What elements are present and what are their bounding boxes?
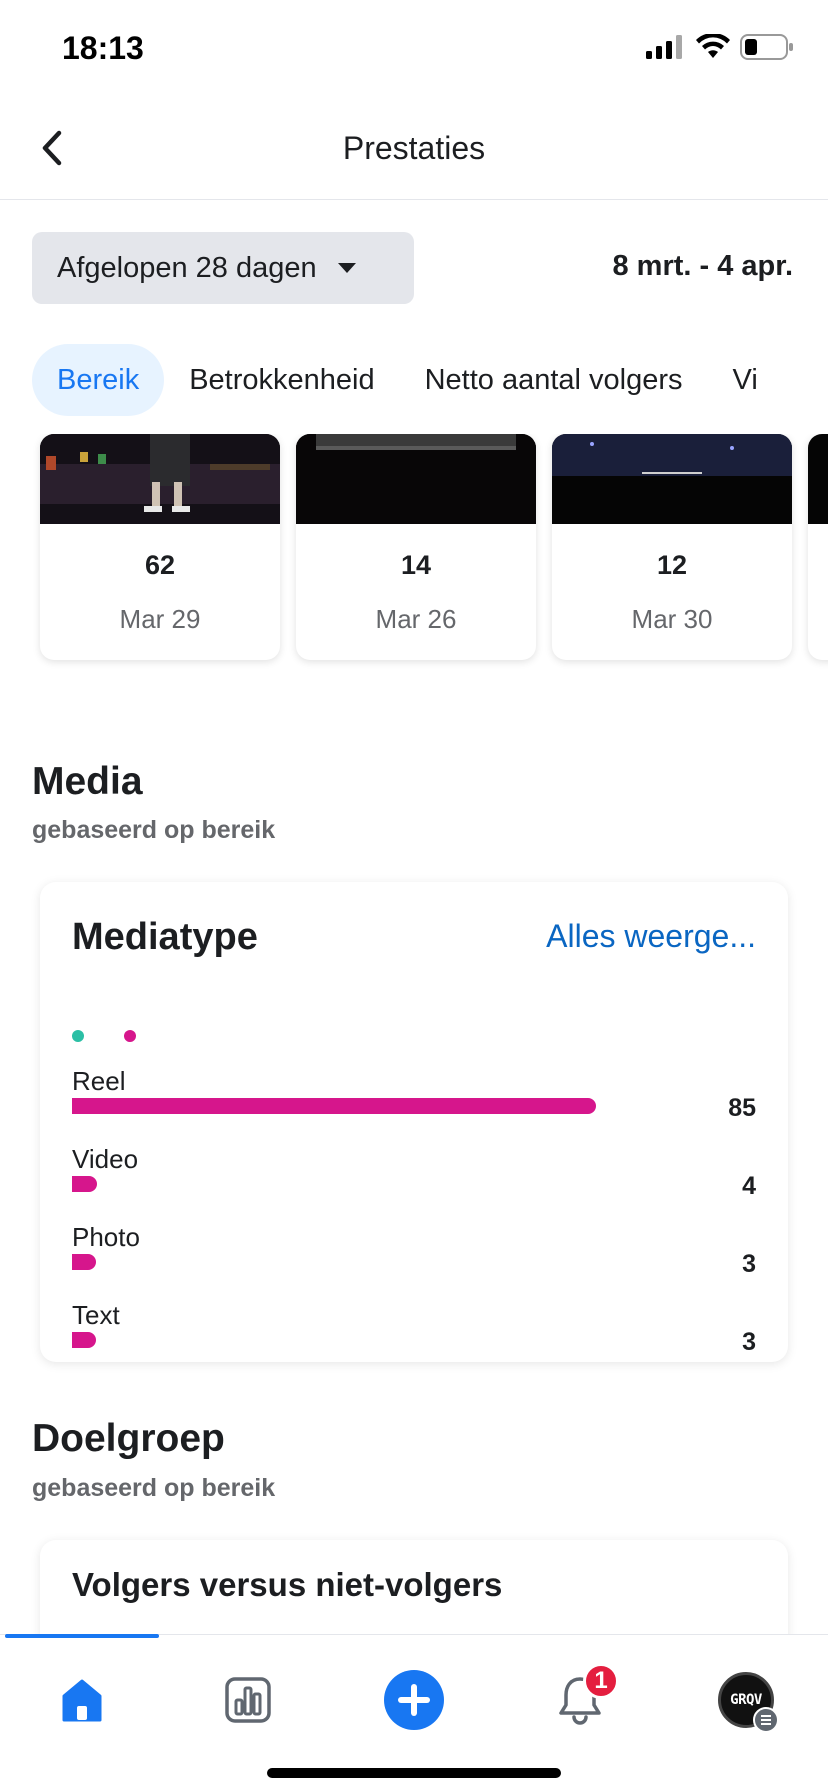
content-thumbnail	[552, 434, 792, 524]
tab-vi[interactable]: Vi	[708, 344, 783, 416]
audience-section-subtitle: gebaseerd op bereik	[32, 1474, 276, 1502]
status-icons	[646, 34, 794, 60]
top-content-carousel[interactable]: 62 Mar 29 14 Mar 26 12 Mar 30	[0, 434, 828, 670]
mediatype-row: Video 4	[72, 1144, 756, 1214]
bar-fill	[72, 1098, 596, 1114]
wifi-icon	[696, 34, 730, 58]
mediatype-row-label: Reel	[72, 1066, 126, 1096]
nav-profile[interactable]: GRQV	[703, 1665, 789, 1735]
bar-fill	[72, 1176, 97, 1192]
create-icon	[384, 1670, 444, 1730]
nav-notifications[interactable]: 1	[537, 1663, 623, 1735]
mediatype-row-value: 4	[742, 1172, 756, 1200]
home-indicator	[267, 1768, 561, 1778]
nav-home[interactable]	[39, 1665, 125, 1735]
metric-tabs: Bereik Betrokkenheid Netto aantal volger…	[32, 344, 828, 416]
mediatype-row-value: 3	[742, 1250, 756, 1278]
avatar: GRQV	[718, 1672, 779, 1733]
content-card-value: 12	[656, 550, 688, 580]
content-card-value: 14	[400, 550, 432, 580]
content-card-date: Mar 29	[119, 604, 201, 634]
status-time: 18:13	[62, 30, 144, 66]
content-card-date: Mar 30	[631, 604, 713, 634]
content-card[interactable]: 14 Mar 26	[296, 434, 536, 660]
avatar-text: GRQV	[730, 1692, 762, 1708]
page-title: Prestaties	[342, 130, 486, 166]
mediatype-row-value: 85	[728, 1094, 756, 1122]
mediatype-row-label: Text	[72, 1300, 120, 1330]
bar-track	[72, 1098, 642, 1114]
mediatype-title: Mediatype	[72, 916, 258, 958]
see-all-link[interactable]: Alles weerge...	[546, 918, 756, 955]
insights-icon	[225, 1677, 271, 1723]
signal-icon	[646, 35, 682, 59]
caret-down-icon	[337, 263, 356, 273]
menu-icon	[753, 1707, 779, 1733]
mediatype-row: Text 3	[72, 1300, 756, 1370]
bar-track	[72, 1254, 642, 1270]
legend-dot	[124, 1030, 136, 1042]
nav-insights[interactable]	[205, 1665, 291, 1735]
content-thumbnail	[40, 434, 280, 524]
bar-fill	[72, 1332, 96, 1348]
mediatype-card: Mediatype Alles weerge... Reel 85 Video …	[40, 882, 788, 1362]
tab-bereik[interactable]: Bereik	[32, 344, 165, 416]
mediatype-row: Photo 3	[72, 1222, 756, 1292]
nav-active-indicator	[5, 1634, 159, 1638]
content-card[interactable]: 62 Mar 29	[40, 434, 280, 660]
media-section-subtitle: gebaseerd op bereik	[32, 816, 276, 844]
mediatype-row: Reel 85	[72, 1066, 756, 1136]
date-range-text: 8 mrt. - 4 apr.	[612, 250, 793, 282]
bar-fill	[72, 1254, 96, 1270]
content-card[interactable]: 12 Mar 30	[552, 434, 792, 660]
content-thumbnail	[296, 434, 536, 524]
nav-bar: Prestaties	[0, 100, 828, 200]
battery-icon	[740, 34, 793, 60]
followers-card-title: Volgers versus niet-volgers	[72, 1566, 503, 1603]
bar-track	[72, 1332, 642, 1348]
tab-betrokkenheid[interactable]: Betrokkenheid	[164, 344, 399, 416]
nav-create[interactable]	[371, 1665, 457, 1735]
notification-badge: 1	[583, 1663, 619, 1699]
home-icon	[62, 1679, 102, 1722]
content-card-value: 62	[144, 550, 176, 580]
date-range-dropdown[interactable]: Afgelopen 28 dagen	[32, 232, 414, 304]
mediatype-row-label: Video	[72, 1144, 139, 1174]
bar-track	[72, 1176, 642, 1192]
media-section-title: Media	[32, 760, 143, 803]
mediatype-row-value: 3	[742, 1328, 756, 1356]
content-card[interactable]	[808, 434, 828, 660]
content-card-date: Mar 26	[375, 604, 457, 634]
status-bar: 18:13	[0, 0, 828, 100]
content-thumbnail	[808, 434, 828, 524]
mediatype-row-label: Photo	[72, 1222, 140, 1252]
date-range-dropdown-label: Afgelopen 28 dagen	[57, 251, 317, 284]
legend-dot	[72, 1030, 84, 1042]
audience-section-title: Doelgroep	[32, 1417, 225, 1460]
tab-netto-aantal-volgers[interactable]: Netto aantal volgers	[400, 344, 708, 416]
